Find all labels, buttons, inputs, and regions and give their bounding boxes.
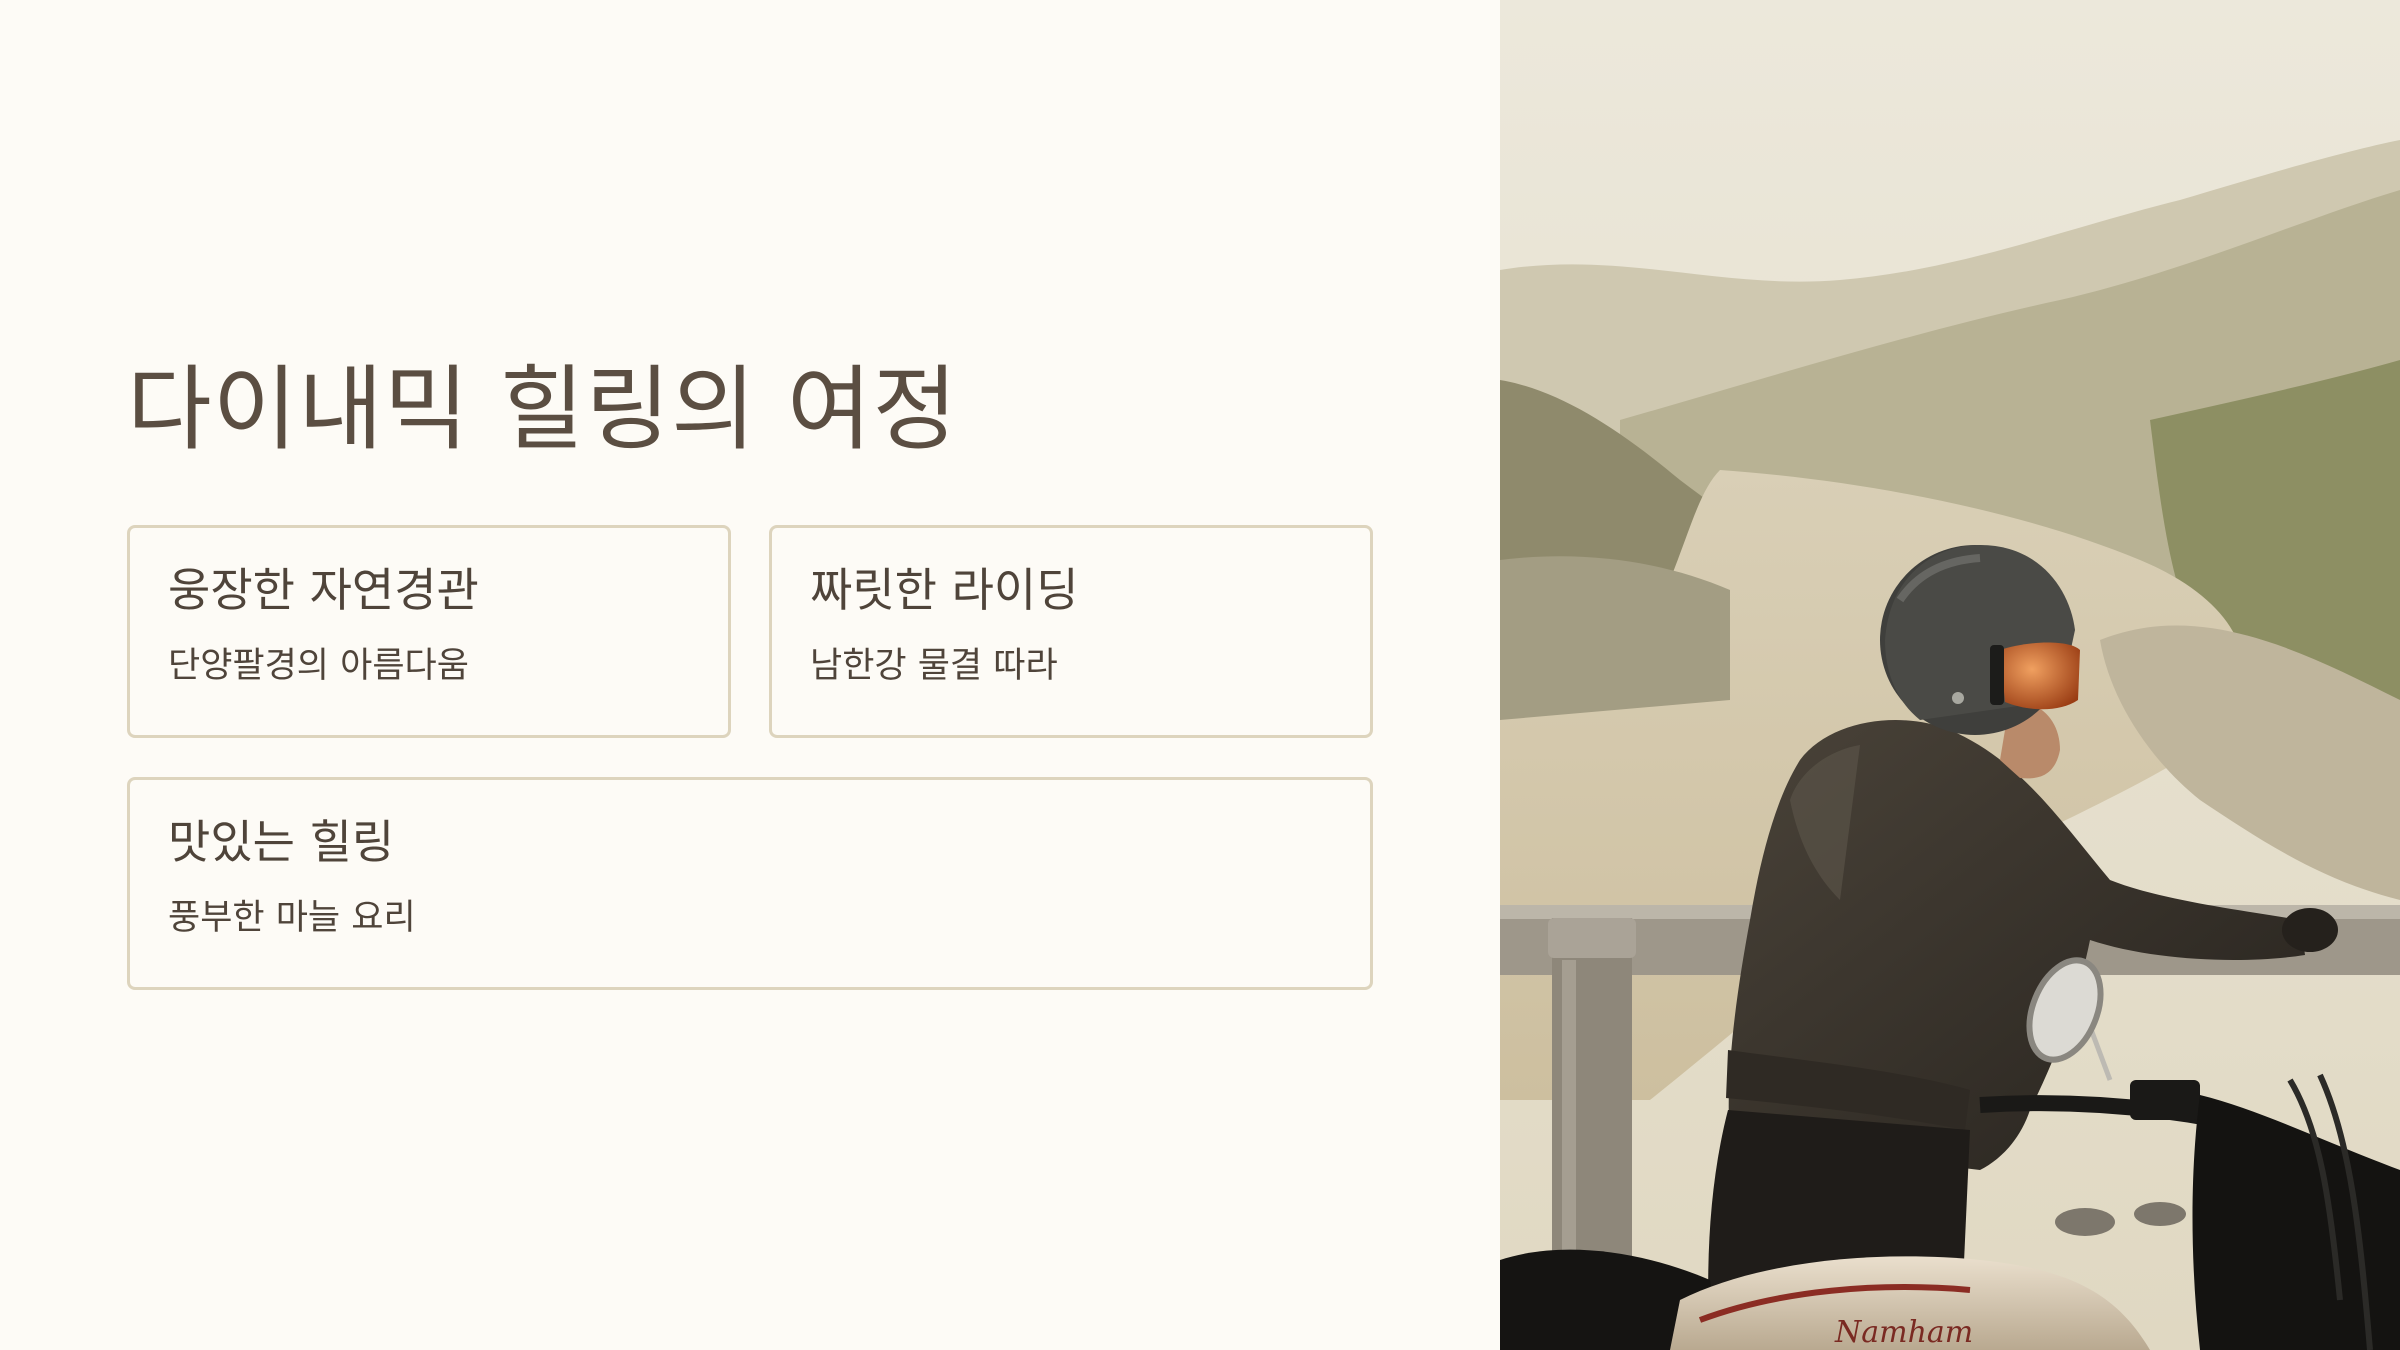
card-title: 웅장한 자연경관	[168, 563, 479, 617]
photo-illustration: Namham	[1500, 0, 2400, 1350]
card-title: 맛있는 힐링	[168, 815, 395, 869]
card-title: 짜릿한 라이딩	[810, 563, 1079, 617]
page-title: 다이내믹 힐링의 여정	[127, 356, 959, 463]
card-description: 풍부한 마늘 요리	[168, 898, 416, 938]
tank-logo-text: Namham	[1834, 1315, 1973, 1350]
card-description: 단양팔경의 아름다움	[168, 646, 469, 686]
feature-card-nature: 웅장한 자연경관 단양팔경의 아름다움	[127, 525, 731, 738]
content-panel: 다이내믹 힐링의 여정 웅장한 자연경관 단양팔경의 아름다움 짜릿한 라이딩 …	[0, 0, 1500, 1350]
rider-river-photo: Namham	[1500, 0, 2400, 1350]
card-description: 남한강 물결 따라	[810, 646, 1058, 686]
feature-card-food: 맛있는 힐링 풍부한 마늘 요리	[127, 777, 1373, 990]
feature-card-riding: 짜릿한 라이딩 남한강 물결 따라	[769, 525, 1373, 738]
